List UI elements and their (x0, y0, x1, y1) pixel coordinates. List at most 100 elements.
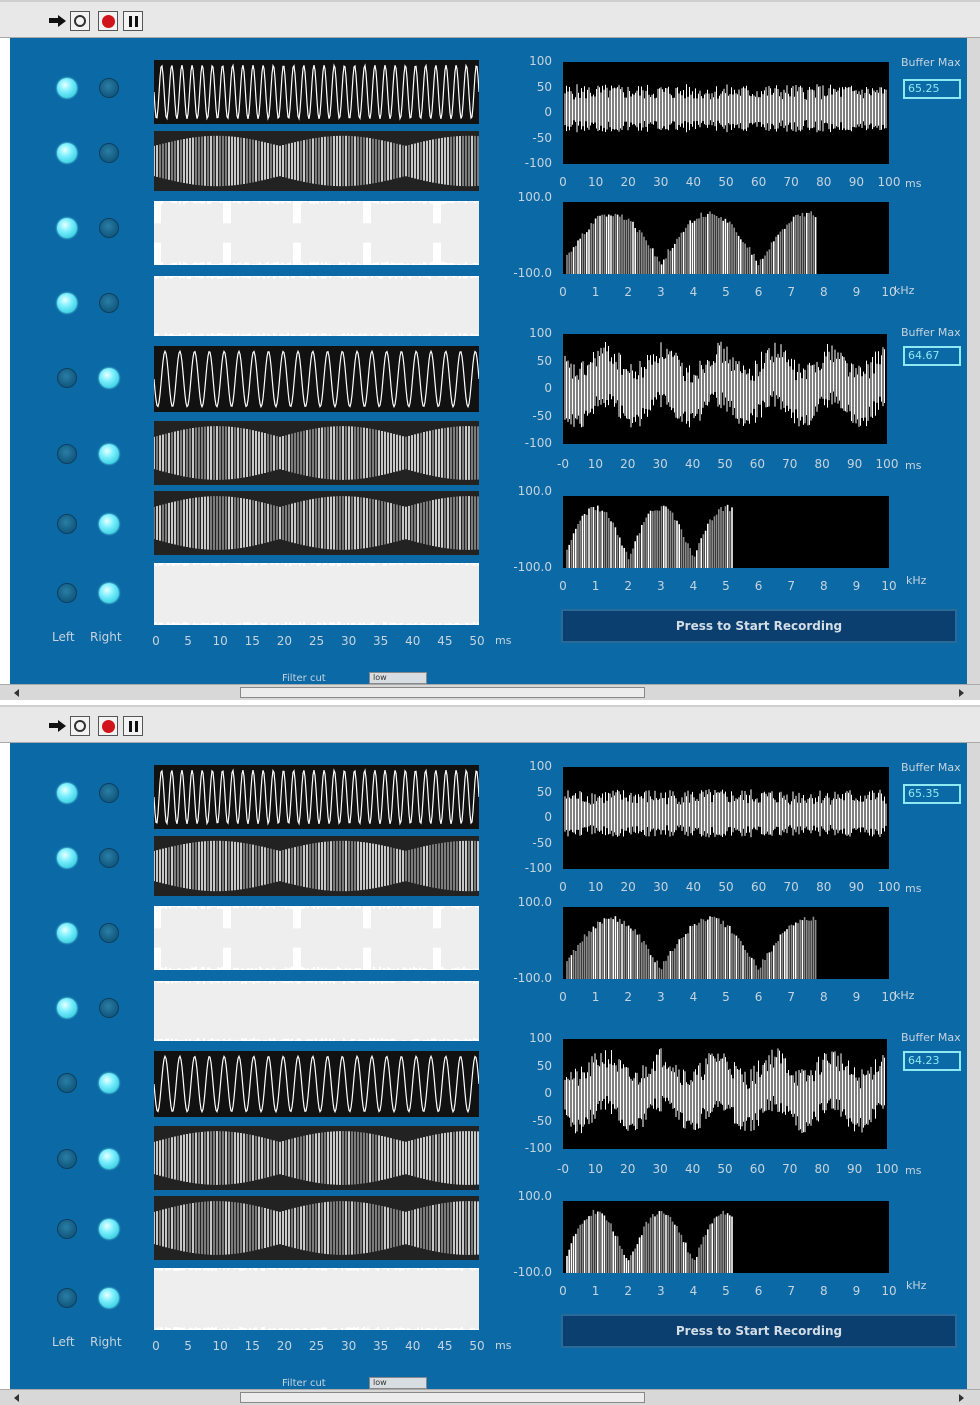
x-tick-label: 80 (814, 457, 830, 471)
strip-tick-label: 35 (373, 1339, 389, 1353)
left-channel-led (57, 293, 77, 313)
strip-tick-label: 30 (340, 634, 357, 648)
x-tick-label: 20 (620, 1162, 636, 1176)
y-tick-label: 0 (544, 381, 552, 395)
x-tick-label: 10 (587, 1162, 604, 1176)
x-tick-label: 7 (787, 285, 796, 299)
y-tick-label: -100 (524, 861, 552, 875)
strip-tick-label: 40 (405, 1339, 421, 1353)
x-tick-label: 70 (782, 1162, 798, 1176)
left-channel-led (57, 1149, 77, 1169)
x-tick-label: 0 (559, 285, 567, 299)
x-tick-label: 0 (559, 1284, 567, 1298)
x-tick-label: 100 (875, 457, 899, 471)
pause-icon[interactable] (123, 11, 143, 31)
horizontal-scrollbar[interactable] (0, 684, 980, 700)
run-arrow-icon[interactable] (47, 11, 67, 31)
start-recording-button[interactable]: Press to Start Recording (561, 1314, 957, 1348)
left-channel-led (57, 583, 77, 603)
run-continuously-icon[interactable] (70, 11, 90, 31)
y-tick-label: 100.0 (517, 190, 552, 204)
y-tick-label: -100 (524, 436, 552, 450)
x-tick-label: 30 (653, 175, 669, 189)
x-tick-label: 60 (749, 457, 766, 471)
x-tick-label: 90 (846, 457, 863, 471)
x-tick-label: 3 (656, 579, 665, 593)
buffer-max-indicator-2: 64.23 (903, 1051, 961, 1071)
abort-icon[interactable] (98, 716, 118, 736)
x-tick-label: 8 (819, 579, 828, 593)
spectrum-plot-1-unit: kHz (894, 989, 915, 1002)
channel-waveform-strip (154, 1051, 479, 1117)
x-tick-label: 60 (750, 175, 767, 189)
right-channel-led (99, 218, 119, 238)
scroll-left-icon[interactable] (14, 1394, 19, 1402)
spectrum-plot-2 (563, 1201, 889, 1273)
x-tick-label: 100 (875, 1162, 899, 1176)
start-recording-button[interactable]: Press to Start Recording (561, 609, 957, 643)
right-channel-led (99, 583, 119, 603)
x-tick-label: 8 (819, 285, 828, 299)
channel-waveform-strip (154, 1268, 479, 1330)
y-tick-label: 100 (529, 759, 552, 773)
scroll-thumb[interactable] (240, 1392, 645, 1403)
x-tick-label: 20 (620, 175, 636, 189)
x-tick-label: 2 (624, 285, 633, 299)
x-tick-label: 30 (652, 1162, 668, 1176)
filter-cut-select[interactable]: low (369, 672, 427, 684)
filter-cut-label: Filter cut (282, 1378, 326, 1389)
y-tick-label: -100.0 (513, 971, 552, 985)
scroll-right-icon[interactable] (959, 689, 964, 697)
scroll-left-icon[interactable] (14, 689, 19, 697)
horizontal-scrollbar[interactable] (0, 1389, 980, 1405)
x-tick-label: 90 (846, 1162, 863, 1176)
x-tick-label: 1 (591, 579, 600, 593)
channel-waveform-strip (154, 906, 479, 970)
filter-cut-select[interactable]: low (369, 1377, 427, 1389)
y-tick-label: 0 (544, 105, 552, 119)
vertical-scrollbar[interactable] (967, 38, 980, 684)
x-tick-label: 0 (559, 880, 567, 894)
run-arrow-icon[interactable] (47, 716, 67, 736)
right-channel-led (99, 368, 119, 388)
left-channel-led (57, 368, 77, 388)
x-tick-label: 30 (652, 457, 668, 471)
x-tick-label: 90 (848, 880, 865, 894)
pause-icon[interactable] (123, 716, 143, 736)
x-tick-label: 9 (852, 579, 861, 593)
strip-tick-label: 30 (340, 1339, 357, 1353)
strip-tick-label: 40 (405, 634, 421, 648)
x-tick-label: 3 (656, 990, 665, 1004)
left-channel-led (57, 444, 77, 464)
buffer-max-label-2: Buffer Max (901, 326, 961, 339)
x-tick-label: 60 (750, 880, 767, 894)
channel-waveform-strip (154, 131, 479, 191)
x-tick-label: 40 (684, 457, 701, 471)
right-channel-led (99, 444, 119, 464)
time-plot-1-unit: ms (905, 882, 922, 895)
buffer-max-label-1: Buffer Max (901, 761, 961, 774)
scroll-thumb[interactable] (240, 687, 645, 698)
buffer-max-label-2: Buffer Max (901, 1031, 961, 1044)
y-tick-label: -100.0 (513, 1265, 552, 1279)
right-label: Right (90, 1335, 122, 1349)
channel-waveform-strip (154, 836, 479, 896)
toolbar (0, 705, 980, 743)
strip-tick-label: 10 (212, 1339, 228, 1353)
left-channel-led (57, 848, 77, 868)
strip-tick-label: 25 (308, 634, 325, 648)
vertical-scrollbar[interactable] (967, 743, 980, 1389)
scroll-right-icon[interactable] (959, 1394, 964, 1402)
strip-tick-label: 25 (308, 1339, 325, 1353)
strip-tick-label: 0 (152, 1339, 160, 1353)
y-tick-label: 100.0 (517, 484, 552, 498)
run-continuously-icon[interactable] (70, 716, 90, 736)
x-tick-label: 4 (689, 1284, 698, 1298)
front-panel: Left Right 0 5 10 15 20 25 30 35 40 45 50 ms 100 50… (10, 38, 967, 684)
y-tick-label: 50 (536, 79, 552, 94)
vi-window-bottom: Left Right 0 5 10 15 20 25 30 35 40 45 50 ms 100 50… (0, 705, 980, 1405)
left-label: Left (52, 630, 75, 644)
abort-icon[interactable] (98, 11, 118, 31)
spectrum-plot-1-unit: kHz (894, 284, 915, 297)
x-tick-label: 9 (852, 990, 861, 1004)
